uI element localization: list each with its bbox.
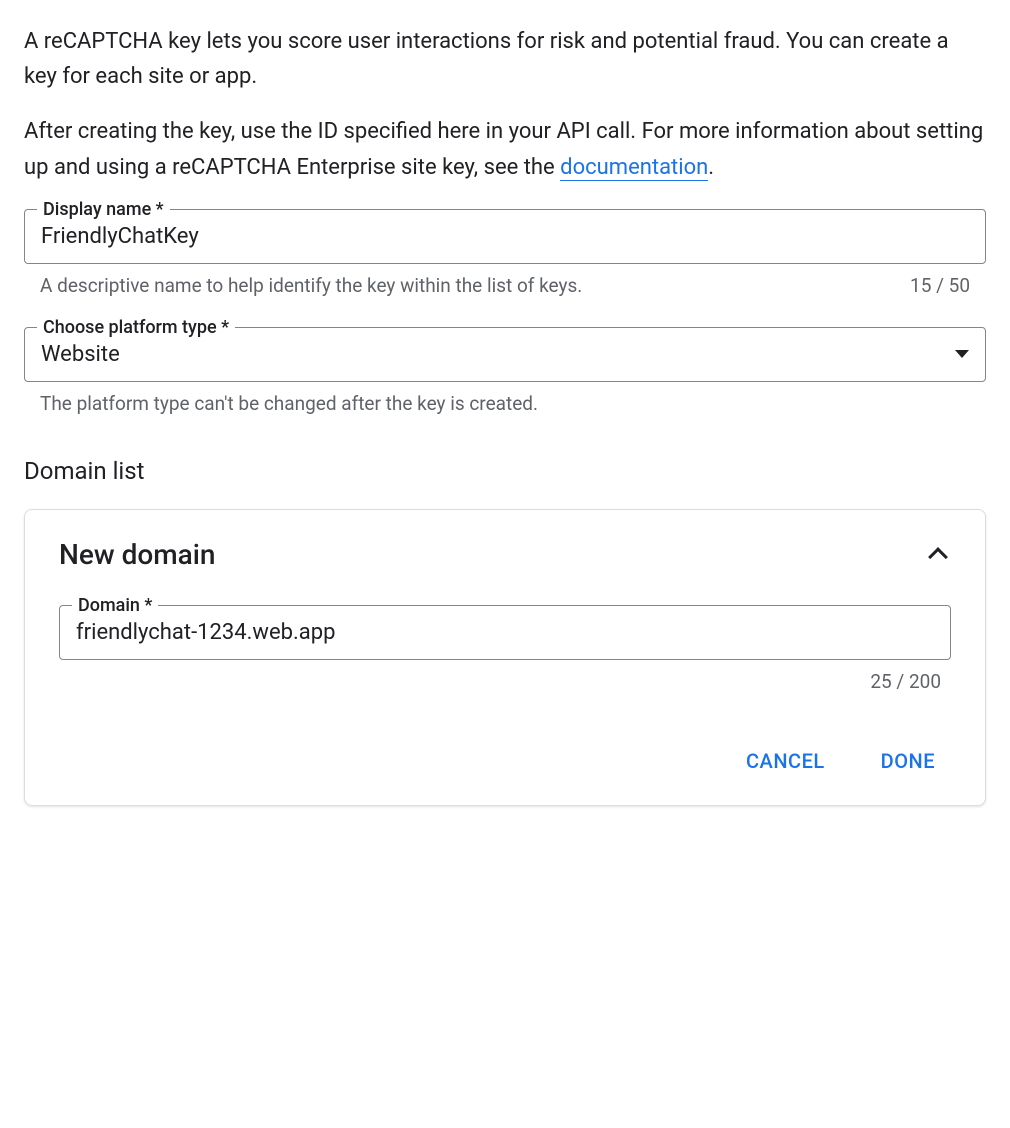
dropdown-icon	[955, 350, 969, 358]
platform-type-select[interactable]: Choose platform type * Website	[24, 327, 986, 382]
intro-text-before-link: After creating the key, use the ID speci…	[24, 119, 983, 179]
intro-text-after-link: .	[708, 155, 714, 180]
new-domain-header[interactable]: New domain	[59, 538, 951, 571]
display-name-field: Display name *	[24, 209, 986, 264]
display-name-input[interactable]	[41, 224, 969, 249]
intro-paragraph-1: A reCAPTCHA key lets you score user inte…	[24, 24, 986, 94]
done-button[interactable]: DONE	[881, 749, 935, 773]
intro-text: A reCAPTCHA key lets you score user inte…	[24, 24, 986, 185]
display-name-label: Display name *	[37, 199, 170, 220]
platform-type-label: Choose platform type *	[37, 317, 235, 338]
platform-type-field: Choose platform type * Website	[24, 327, 986, 382]
card-actions: CANCEL DONE	[59, 749, 951, 773]
display-name-counter: 15 / 50	[910, 274, 970, 297]
cancel-button[interactable]: CANCEL	[746, 749, 825, 773]
domain-input[interactable]	[76, 620, 934, 645]
intro-paragraph-2: After creating the key, use the ID speci…	[24, 114, 986, 184]
platform-type-value: Website	[41, 342, 120, 367]
domain-label: Domain *	[72, 595, 158, 616]
new-domain-title: New domain	[59, 538, 215, 571]
platform-type-helper: The platform type can't be changed after…	[40, 392, 538, 415]
domain-field: Domain *	[59, 605, 951, 660]
domain-counter: 25 / 200	[870, 670, 941, 693]
display-name-helper: A descriptive name to help identify the …	[40, 274, 582, 297]
new-domain-card: New domain Domain * 25 / 200 CANCEL DONE	[24, 509, 986, 806]
documentation-link[interactable]: documentation	[560, 155, 708, 181]
domain-list-title: Domain list	[24, 457, 986, 485]
chevron-up-icon	[928, 547, 948, 567]
